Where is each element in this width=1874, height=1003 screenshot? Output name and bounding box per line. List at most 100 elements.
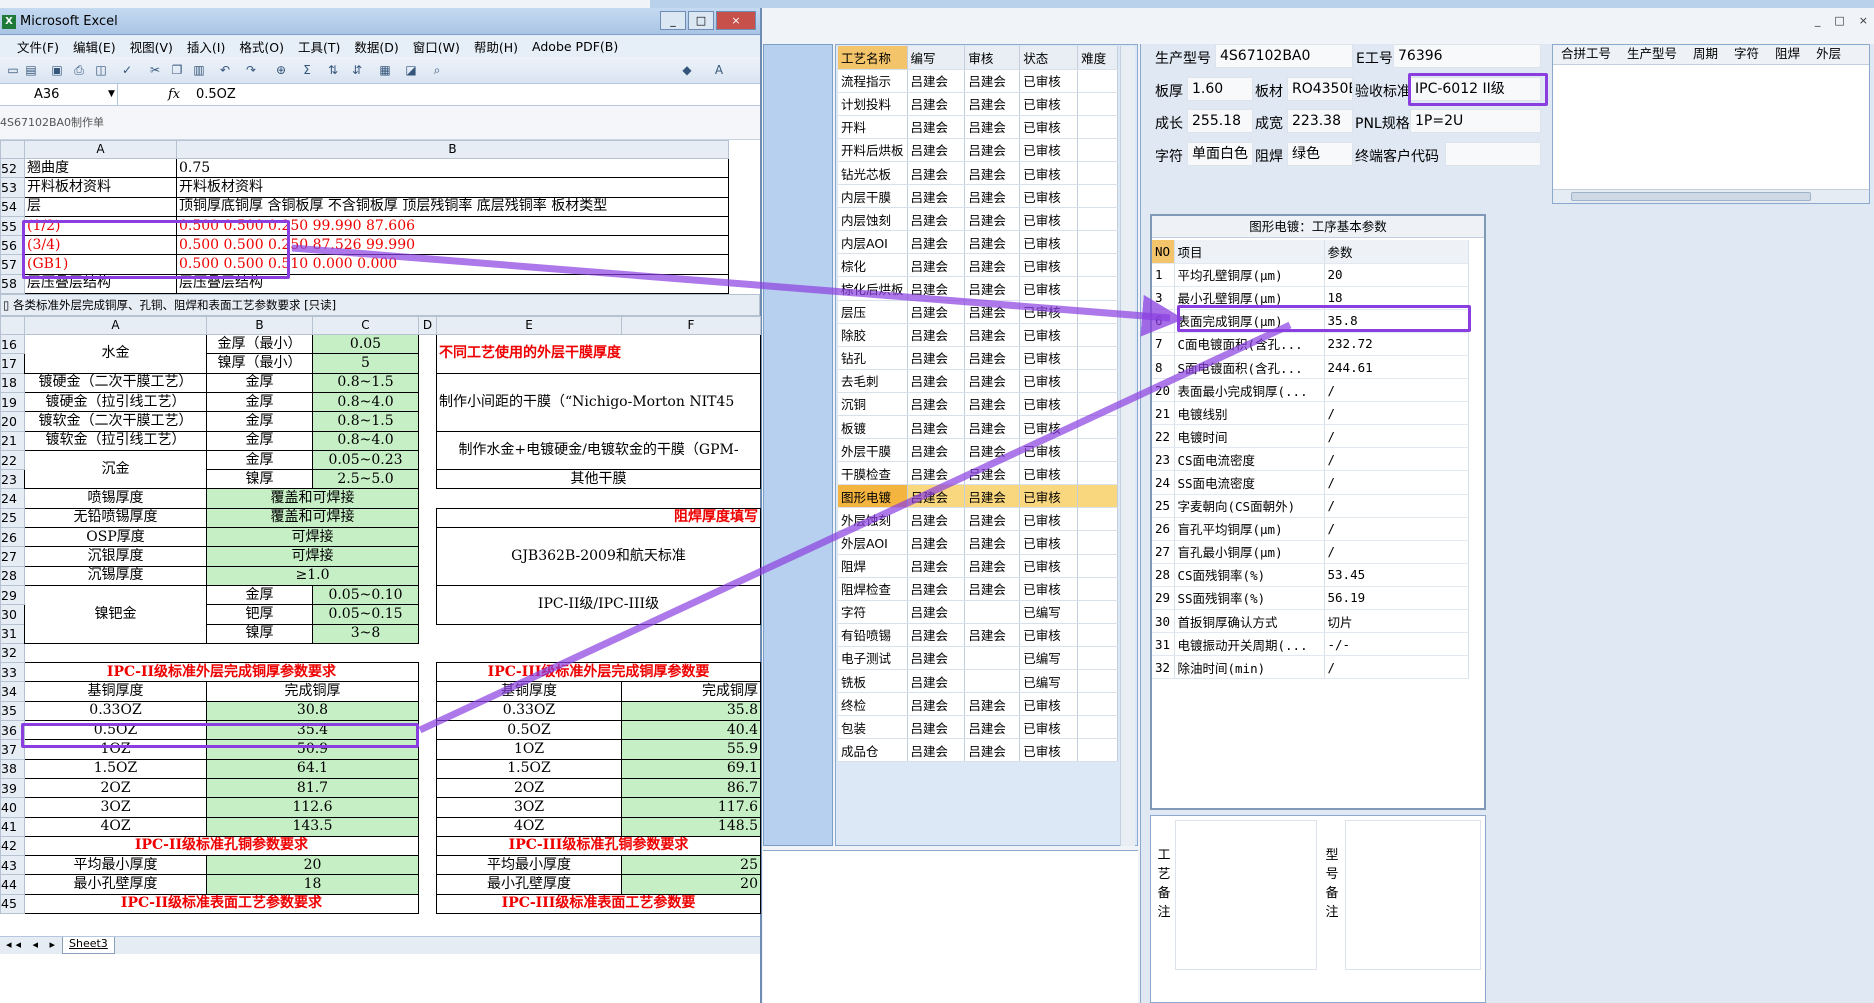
undo-icon[interactable]: ↶ (218, 63, 232, 77)
print-icon[interactable]: ⎙ (72, 63, 86, 77)
cell[interactable]: 金厚 (206, 391, 313, 413)
process-cell[interactable]: 内层蚀刻 (838, 207, 908, 232)
param-cell[interactable]: 24 (1152, 470, 1175, 495)
row-header[interactable]: 20 (0, 411, 25, 432)
process-cell[interactable] (1077, 577, 1118, 601)
col-header[interactable]: C (312, 316, 419, 336)
cell[interactable]: 无铅喷锡厚度 (24, 507, 207, 529)
cell[interactable]: 平均最小厚度 (436, 855, 622, 876)
model-field[interactable]: 4S67102BA0 (1215, 44, 1353, 68)
param-cell[interactable]: / (1324, 517, 1469, 541)
cell[interactable]: 镀硬金（二次干膜工艺） (24, 372, 207, 393)
param-cell[interactable]: 电镀线别 (1174, 401, 1325, 426)
process-cell[interactable]: 成品仓 (838, 738, 908, 763)
param-row[interactable]: 32 除油时间(min) / (1152, 655, 1469, 680)
row-header[interactable]: 19 (0, 391, 25, 413)
open-icon[interactable]: ▤ (24, 63, 38, 77)
param-cell[interactable]: 切片 (1324, 609, 1469, 634)
restore-button[interactable]: □ (688, 11, 714, 30)
process-cell[interactable]: 外层AOI (838, 530, 908, 555)
cell[interactable]: 35.8 (621, 700, 761, 722)
process-cell[interactable]: 已审核 (1019, 738, 1079, 763)
process-cell[interactable] (1077, 161, 1118, 186)
param-cell[interactable]: 3 (1152, 286, 1175, 310)
process-cell[interactable]: 吕建会 (907, 530, 966, 555)
process-cell[interactable] (964, 669, 1021, 694)
process-cell[interactable]: 已审核 (1019, 554, 1079, 578)
process-cell[interactable]: 吕建会 (907, 369, 966, 393)
param-cell[interactable]: / (1324, 401, 1469, 426)
process-cell[interactable]: 层压 (838, 300, 908, 324)
row-header[interactable]: 41 (0, 816, 25, 837)
process-cell[interactable]: 吕建会 (907, 669, 966, 694)
cell[interactable]: 3~8 (312, 623, 419, 644)
process-row[interactable]: 去毛刺 吕建会 吕建会 已审核 (838, 369, 1118, 393)
menu-item[interactable]: 编辑(E) (66, 37, 123, 56)
process-cell[interactable]: 图形电镀 (838, 484, 908, 509)
cell[interactable]: 0.05 (312, 334, 419, 355)
process-cell[interactable] (1077, 438, 1118, 463)
param-cell[interactable]: 26 (1152, 517, 1175, 541)
cell[interactable]: IPC-II级标准外层完成铜厚参数要求 (24, 662, 419, 683)
param-cell[interactable]: S面电镀面积(含孔... (1174, 355, 1325, 380)
process-cell[interactable]: 吕建会 (964, 623, 1021, 647)
cell[interactable]: IPC-III级标准孔铜参数要求 (436, 835, 761, 857)
process-cell[interactable]: 已审核 (1019, 253, 1079, 278)
process-cell[interactable]: 吕建会 (964, 738, 1021, 763)
param-row[interactable]: 8 S面电镀面积(含孔... 244.61 (1152, 355, 1469, 380)
param-row[interactable]: 30 首扳铜厚确认方式 切片 (1152, 609, 1469, 634)
process-cell[interactable]: 开料后烘板 (838, 138, 908, 162)
param-row[interactable]: 20 表面最小完成铜厚(... / (1152, 378, 1469, 403)
process-cell[interactable]: 吕建会 (964, 346, 1021, 370)
merge-scrollbar[interactable] (1553, 189, 1869, 203)
process-cell[interactable] (1077, 692, 1118, 717)
process-row[interactable]: 阻焊检查 吕建会 吕建会 已审核 (838, 577, 1118, 601)
process-cell[interactable]: 吕建会 (964, 692, 1021, 717)
process-cell[interactable]: 吕建会 (964, 392, 1021, 417)
process-cell[interactable]: 已审核 (1019, 300, 1079, 324)
row-header[interactable]: 33 (0, 662, 25, 683)
menu-item[interactable]: 数据(D) (347, 37, 405, 56)
param-cell[interactable]: / (1324, 447, 1469, 472)
param-cell[interactable]: / (1324, 540, 1469, 564)
param-cell[interactable]: 23 (1152, 447, 1175, 472)
process-note-field[interactable] (1175, 820, 1317, 970)
process-cell[interactable]: 外层蚀刻 (838, 507, 908, 532)
process-cell[interactable] (1077, 738, 1118, 763)
param-cell[interactable]: 27 (1152, 540, 1175, 564)
process-cell[interactable]: 已审核 (1019, 623, 1079, 647)
row-header[interactable]: 23 (0, 469, 25, 490)
row-header[interactable]: 18 (0, 372, 25, 393)
process-cell[interactable]: 吕建会 (907, 276, 966, 301)
cell[interactable]: 完成铜厚 (206, 681, 419, 702)
process-cell[interactable]: 内层干膜 (838, 184, 908, 209)
row-header[interactable]: 42 (0, 835, 25, 857)
param-cell[interactable]: 244.61 (1324, 355, 1469, 380)
process-cell[interactable] (1077, 369, 1118, 393)
process-cell[interactable]: 吕建会 (907, 415, 966, 440)
process-cell[interactable]: 已审核 (1019, 415, 1079, 440)
process-cell[interactable]: 吕建会 (964, 507, 1021, 532)
cell[interactable]: 112.6 (206, 797, 419, 818)
process-cell[interactable]: 吕建会 (964, 530, 1021, 555)
row-header[interactable]: 30 (0, 604, 25, 625)
process-cell[interactable]: 开料 (838, 115, 908, 139)
process-cell[interactable]: 已审核 (1019, 184, 1079, 209)
process-cell[interactable]: 吕建会 (964, 715, 1021, 740)
process-cell[interactable] (1077, 484, 1118, 509)
cell[interactable]: 2OZ (436, 777, 622, 799)
cell[interactable]: 148.5 (621, 816, 761, 837)
process-cell[interactable]: 吕建会 (907, 577, 966, 601)
process-cell[interactable]: 吕建会 (964, 276, 1021, 301)
process-row[interactable]: 外层干膜 吕建会 吕建会 已审核 (838, 438, 1118, 463)
len-field[interactable]: 255.18 (1187, 109, 1253, 133)
process-cell[interactable]: 已审核 (1019, 115, 1079, 139)
process-row[interactable]: 阻焊 吕建会 吕建会 已审核 (838, 554, 1118, 578)
thick-field[interactable]: 1.60 (1187, 77, 1253, 101)
process-row[interactable]: 图形电镀 吕建会 吕建会 已审核 (838, 484, 1118, 509)
cell[interactable]: IPC-II级标准孔铜参数要求 (24, 835, 419, 857)
process-row[interactable]: 成品仓 吕建会 吕建会 已审核 (838, 738, 1118, 763)
param-row[interactable]: 25 字麦朝向(CS面朝外) / (1152, 494, 1469, 518)
process-cell[interactable]: 吕建会 (964, 92, 1021, 116)
param-cell[interactable]: 28 (1152, 563, 1175, 587)
